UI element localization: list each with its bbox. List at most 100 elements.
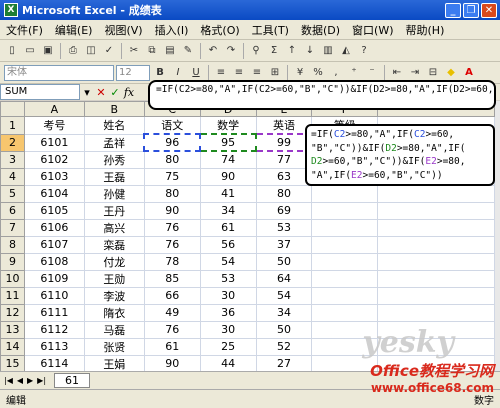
first-sheet-icon[interactable]: |◀ [4, 376, 13, 385]
table-cell[interactable]: 80 [143, 184, 201, 203]
table-cell[interactable]: 63 [255, 167, 313, 186]
menu-window[interactable]: 窗口(W) [346, 22, 399, 38]
table-cell[interactable]: 30 [199, 320, 257, 339]
header-cell[interactable]: 语文 [143, 116, 201, 135]
undo-icon[interactable]: ↶ [205, 43, 221, 59]
grade-cell[interactable] [311, 184, 379, 203]
table-cell[interactable]: 90 [199, 167, 257, 186]
menu-insert[interactable]: 插入(I) [149, 22, 195, 38]
table-cell[interactable]: 6101 [23, 133, 85, 152]
row-header[interactable]: 13 [0, 320, 25, 339]
dropdown-icon[interactable]: ▾ [80, 86, 94, 99]
table-cell[interactable]: 6107 [23, 235, 85, 254]
percent-icon[interactable]: % [310, 65, 326, 81]
table-cell[interactable]: 6102 [23, 150, 85, 169]
table-cell[interactable]: 6109 [23, 269, 85, 288]
font-name-select[interactable]: 宋体 [4, 64, 114, 81]
row-header[interactable]: 8 [0, 235, 25, 254]
table-cell[interactable]: 王娟 [83, 354, 145, 371]
menu-view[interactable]: 视图(V) [98, 22, 148, 38]
menu-edit[interactable]: 编辑(E) [49, 22, 99, 38]
table-cell[interactable]: 99 [255, 133, 313, 152]
copy-icon[interactable]: ⧉ [144, 43, 160, 59]
cell-edit-callout[interactable]: =IF(C2>=80,"A",IF(C2>=60, "B","C"))&IF(D… [305, 124, 495, 186]
table-cell[interactable]: 25 [199, 337, 257, 356]
table-cell[interactable]: 王勋 [83, 269, 145, 288]
menu-tools[interactable]: 工具(T) [246, 22, 295, 38]
enter-icon[interactable]: ✓ [108, 86, 122, 99]
table-cell[interactable]: 6103 [23, 167, 85, 186]
table-cell[interactable]: 54 [199, 252, 257, 271]
table-cell[interactable]: 76 [143, 218, 201, 237]
next-sheet-icon[interactable]: ▶ [27, 376, 33, 385]
row-header[interactable]: 4 [0, 167, 25, 186]
row-header[interactable]: 6 [0, 201, 25, 220]
menu-format[interactable]: 格式(O) [194, 22, 245, 38]
grade-cell[interactable] [311, 337, 379, 356]
empty-cell[interactable] [377, 201, 495, 220]
empty-cell[interactable] [377, 303, 495, 322]
table-cell[interactable]: 61 [143, 337, 201, 356]
table-cell[interactable]: 30 [199, 286, 257, 305]
insert-function-button[interactable]: fx [122, 86, 136, 99]
table-cell[interactable]: 高兴 [83, 218, 145, 237]
empty-cell[interactable] [377, 269, 495, 288]
print-icon[interactable]: ⎙ [65, 43, 81, 59]
table-cell[interactable]: 69 [255, 201, 313, 220]
underline-icon[interactable]: U [188, 65, 204, 81]
table-cell[interactable]: 6111 [23, 303, 85, 322]
autosum-icon[interactable]: Σ [266, 43, 282, 59]
empty-cell[interactable] [377, 184, 495, 203]
table-cell[interactable]: 80 [255, 184, 313, 203]
drawing-icon[interactable]: ◭ [338, 43, 354, 59]
row-header[interactable]: 14 [0, 337, 25, 356]
grade-cell[interactable] [311, 303, 379, 322]
new-icon[interactable]: ▯ [4, 43, 20, 59]
bold-icon[interactable]: B [152, 65, 168, 81]
grade-cell[interactable] [311, 201, 379, 220]
table-cell[interactable]: 76 [143, 235, 201, 254]
header-cell[interactable]: 英语 [255, 116, 313, 135]
row-header[interactable]: 3 [0, 150, 25, 169]
header-cell[interactable]: 数学 [199, 116, 257, 135]
header-cell[interactable]: 考号 [23, 116, 85, 135]
grade-cell[interactable] [311, 235, 379, 254]
decrease-indent-icon[interactable]: ⇤ [389, 65, 405, 81]
table-cell[interactable]: 马磊 [83, 320, 145, 339]
table-cell[interactable]: 李波 [83, 286, 145, 305]
restore-button[interactable]: ❐ [463, 2, 479, 18]
table-cell[interactable]: 6110 [23, 286, 85, 305]
italic-icon[interactable]: I [170, 65, 186, 81]
grade-cell[interactable] [311, 252, 379, 271]
font-size-select[interactable]: 12 [116, 64, 150, 81]
grade-cell[interactable] [311, 354, 379, 371]
menu-file[interactable]: 文件(F) [0, 22, 49, 38]
header-cell[interactable]: 姓名 [83, 116, 145, 135]
table-cell[interactable]: 78 [143, 252, 201, 271]
increase-decimal-icon[interactable]: ⁺ [346, 65, 362, 81]
table-cell[interactable]: 隋衣 [83, 303, 145, 322]
row-header[interactable]: 7 [0, 218, 25, 237]
row-header[interactable]: 10 [0, 269, 25, 288]
menu-data[interactable]: 数据(D) [295, 22, 346, 38]
grade-cell[interactable] [311, 286, 379, 305]
table-cell[interactable]: 80 [143, 150, 201, 169]
menu-help[interactable]: 帮助(H) [400, 22, 451, 38]
column-header-a[interactable]: A [23, 101, 85, 117]
table-cell[interactable]: 27 [255, 354, 313, 371]
table-cell[interactable]: 6108 [23, 252, 85, 271]
table-cell[interactable]: 34 [199, 201, 257, 220]
table-cell[interactable]: 44 [199, 354, 257, 371]
empty-cell[interactable] [377, 235, 495, 254]
table-cell[interactable]: 6106 [23, 218, 85, 237]
align-left-icon[interactable]: ≡ [213, 65, 229, 81]
grade-cell[interactable] [311, 269, 379, 288]
table-cell[interactable]: 50 [255, 320, 313, 339]
cancel-icon[interactable]: ✕ [94, 86, 108, 99]
empty-cell[interactable] [377, 286, 495, 305]
table-cell[interactable]: 付龙 [83, 252, 145, 271]
sheet-tab[interactable]: 61 [54, 373, 91, 388]
table-cell[interactable]: 49 [143, 303, 201, 322]
close-button[interactable]: ✕ [481, 2, 497, 18]
table-cell[interactable]: 77 [255, 150, 313, 169]
